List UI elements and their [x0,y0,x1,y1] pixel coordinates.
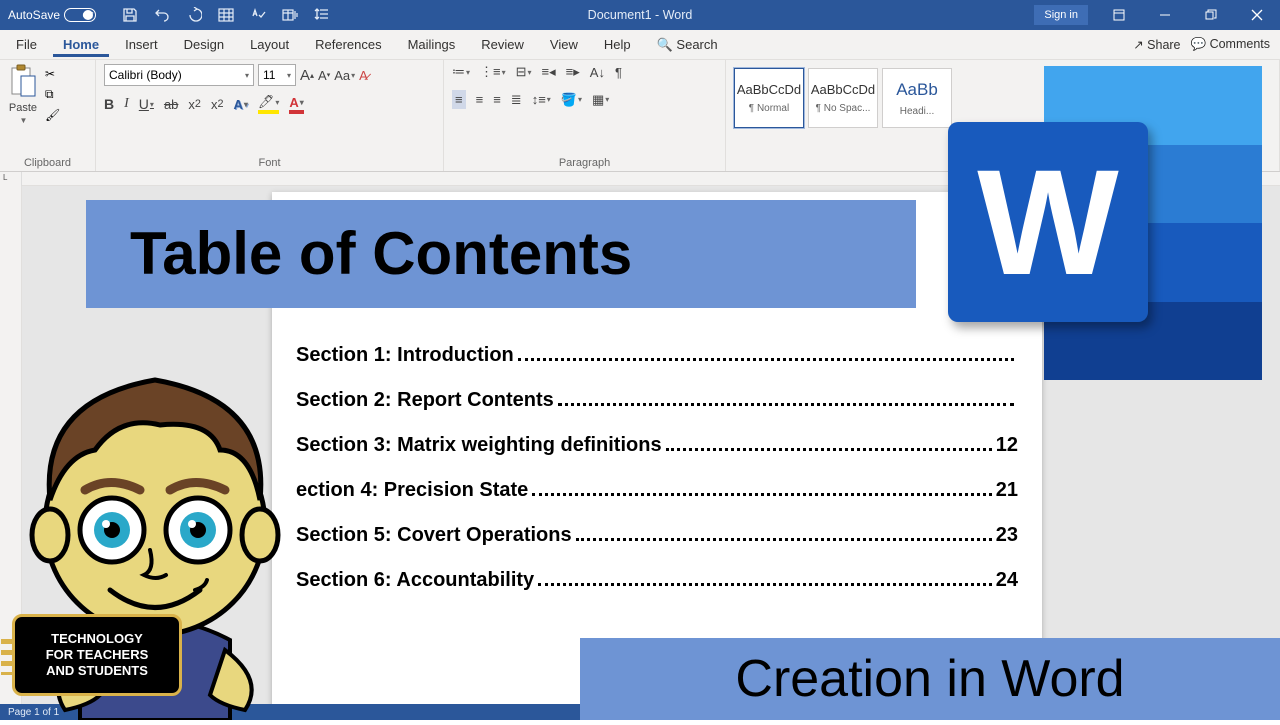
paragraph-spacing-icon[interactable] [314,7,330,23]
style-normal[interactable]: AaBbCcDd ¶ Normal [734,68,804,128]
increase-indent-icon[interactable]: ≡▸ [566,64,580,80]
tab-help[interactable]: Help [594,33,641,56]
search-tab[interactable]: 🔍 Search [647,33,728,57]
redo-icon[interactable] [186,7,202,23]
toc-row: Section 3: Matrix weighting definitions1… [296,434,1018,457]
style-nospacing[interactable]: AaBbCcDd ¶ No Spac... [808,68,878,128]
grow-font-icon[interactable]: A▴ [300,67,314,84]
bullets-icon[interactable]: ≔▾ [452,64,470,80]
bold-button[interactable]: B [104,96,114,112]
signin-button[interactable]: Sign in [1034,5,1088,25]
autosave-label: AutoSave [8,8,60,22]
save-icon[interactable] [122,7,138,23]
clear-format-icon[interactable]: A̷ [359,68,368,83]
highlight-icon[interactable]: 🖊▾ [258,94,280,114]
thumbnail-title-banner: Table of Contents [86,200,916,308]
shrink-font-icon[interactable]: A▾ [318,68,330,83]
sort-icon[interactable]: A↓ [590,65,605,80]
read-aloud-icon[interactable] [282,7,298,23]
clipboard-group-label: Clipboard [8,155,87,171]
undo-icon[interactable] [154,7,170,23]
word-logo-icon: W [948,66,1262,380]
table-qat-icon[interactable] [218,7,234,23]
copy-icon[interactable]: ⧉ [45,87,60,102]
superscript-button[interactable]: x2 [211,97,224,112]
show-marks-icon[interactable]: ¶ [615,65,622,80]
font-group-label: Font [104,155,435,171]
minimize-icon[interactable] [1142,0,1188,30]
justify-icon[interactable]: ≣ [511,92,522,108]
ribbon-display-icon[interactable] [1096,0,1142,30]
shading-icon[interactable]: 🪣▾ [561,92,582,108]
font-name-combo[interactable]: Calibri (Body)▾ [104,64,254,86]
text-effects-icon[interactable]: A▾ [233,97,247,112]
decrease-indent-icon[interactable]: ≡◂ [542,64,556,80]
cut-icon[interactable]: ✂ [45,67,60,81]
comments-button[interactable]: 💬 Comments [1191,37,1270,52]
align-right-icon[interactable]: ≡ [493,92,501,107]
toc-row: Section 5: Covert Operations23 [296,524,1018,547]
toc-row: Section 1: Introduction [296,344,1018,367]
autosave-switch[interactable]: Off [64,8,96,22]
title-bar: AutoSave Off Document1 - Word Sign in [0,0,1280,30]
align-left-icon[interactable]: ≡ [452,90,466,109]
autosave-toggle[interactable]: AutoSave Off [8,8,96,22]
change-case-icon[interactable]: Aa▾ [334,68,355,83]
tab-review[interactable]: Review [471,33,534,56]
style-heading1[interactable]: AaBb Headi... [882,68,952,128]
toc-row: ection 4: Precision State21 [296,479,1018,502]
italic-button[interactable]: I [124,96,129,112]
tab-insert[interactable]: Insert [115,33,168,56]
tab-mailings[interactable]: Mailings [398,33,466,56]
share-button[interactable]: ↗ Share [1133,37,1180,52]
paste-button[interactable]: Paste ▼ [8,64,38,125]
tab-home[interactable]: Home [53,33,109,57]
maximize-icon[interactable] [1188,0,1234,30]
underline-button[interactable]: U▾ [139,96,154,112]
subscript-button[interactable]: x2 [188,97,201,112]
tab-view[interactable]: View [540,33,588,56]
tab-layout[interactable]: Layout [240,33,299,56]
channel-badge: TECHNOLOGY FOR TEACHERS AND STUDENTS [12,614,182,696]
paragraph-group-label: Paragraph [452,155,717,171]
font-color-icon[interactable]: A▾ [289,95,303,114]
ribbon-tabs: File Home Insert Design Layout Reference… [0,30,1280,60]
line-spacing-icon[interactable]: ↕≡▾ [532,92,551,107]
multilevel-icon[interactable]: ⊟▾ [516,64,532,80]
tab-design[interactable]: Design [174,33,234,56]
toc-row: Section 2: Report Contents [296,389,1018,412]
align-center-icon[interactable]: ≡ [476,92,484,107]
thumbnail-subtitle-banner: Creation in Word [580,638,1280,720]
format-painter-icon[interactable]: 🖌 [45,108,60,122]
tab-file[interactable]: File [6,33,47,56]
font-size-combo[interactable]: 11▾ [258,64,296,86]
strike-button[interactable]: ab [164,97,178,112]
tab-references[interactable]: References [305,33,391,56]
close-icon[interactable] [1234,0,1280,30]
toc-row: Section 6: Accountability24 [296,569,1018,592]
borders-icon[interactable]: ▦▾ [592,92,609,108]
ruler-corner: L [0,172,22,186]
numbering-icon[interactable]: ⋮≡▾ [480,64,506,80]
document-title: Document1 - Word [588,8,693,22]
spelling-icon[interactable] [250,7,266,23]
